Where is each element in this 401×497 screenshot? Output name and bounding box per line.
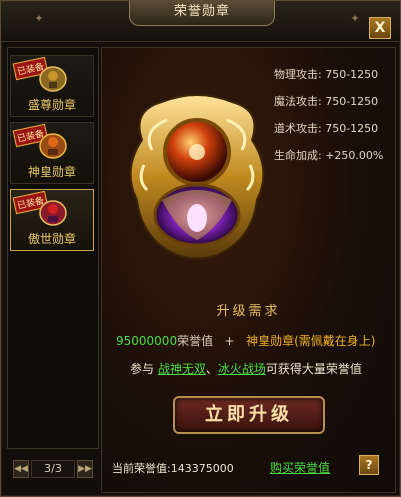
- required-medal: 神皇勋章(需佩戴在身上): [246, 334, 376, 348]
- pagination: ◀◀ 3/3 ▶▶: [13, 460, 93, 478]
- activity-hint: 参与 战神无双、冰火战场可获得大量荣誉值: [130, 360, 390, 377]
- hint-separator: 、: [205, 362, 218, 376]
- medal-name: 盛尊勋章: [27, 98, 76, 112]
- current-honor-label: 当前荣誉值:: [112, 462, 171, 475]
- stat-label: 道术攻击:: [274, 122, 322, 135]
- plus-sign: +: [224, 334, 235, 348]
- current-honor: 当前荣誉值:143375000: [112, 460, 234, 476]
- title-bar[interactable]: ✦ ✦ 荣誉勋章 X: [1, 1, 400, 42]
- activity-link-binghuo[interactable]: 冰火战场: [218, 362, 266, 376]
- medal-item-aoshi[interactable]: 已装备 傲世勋章: [10, 189, 94, 251]
- close-button[interactable]: X: [369, 17, 391, 39]
- corner-ornament-icon: ✦: [34, 12, 44, 25]
- honor-medal-window: ✦ ✦ 荣誉勋章 X 已装备 盛尊勋章 已装备 神皇勋章 已装备 傲世勋章 ◀◀…: [0, 0, 401, 497]
- hint-suffix: 可获得大量荣誉值: [265, 362, 362, 376]
- window-title: 荣誉勋章: [129, 1, 275, 26]
- upgrade-now-button[interactable]: 立即升级: [173, 396, 325, 434]
- hint-prefix: 参与: [130, 362, 155, 376]
- medal-item-shenhuang[interactable]: 已装备 神皇勋章: [10, 122, 94, 184]
- stat-row-physical-attack: 物理攻击: 750-1250: [274, 68, 392, 95]
- next-page-button[interactable]: ▶▶: [77, 460, 93, 478]
- medal-thumbnail-icon: [39, 200, 67, 226]
- requirement-cost: 95000000荣誉值 + 神皇勋章(需佩戴在身上): [116, 332, 395, 349]
- stat-label: 生命加成:: [274, 149, 322, 162]
- stat-value: 750-1250: [325, 95, 379, 108]
- medal-large-icon: [129, 94, 265, 260]
- medal-thumbnail-icon: [39, 133, 67, 159]
- upgrade-requirements-title: 升级需求: [216, 304, 281, 319]
- stat-row-hp-bonus: 生命加成: +250.00%: [274, 149, 392, 176]
- medal-detail-panel: 物理攻击: 750-1250 魔法攻击: 750-1250 道术攻击: 750-…: [101, 47, 396, 493]
- honor-amount: 95000000: [116, 334, 178, 348]
- medal-thumbnail-icon: [39, 66, 67, 92]
- medal-item-shengzun[interactable]: 已装备 盛尊勋章: [10, 55, 94, 117]
- medal-name: 神皇勋章: [27, 165, 76, 179]
- stat-row-magic-attack: 魔法攻击: 750-1250: [274, 95, 392, 122]
- medal-stats: 物理攻击: 750-1250 魔法攻击: 750-1250 道术攻击: 750-…: [274, 68, 392, 176]
- help-button[interactable]: ?: [359, 455, 379, 475]
- stat-value: 750-1250: [325, 122, 379, 135]
- honor-unit: 荣誉值: [177, 334, 214, 348]
- buy-honor-link[interactable]: 购买荣誉值: [270, 459, 330, 476]
- activity-link-zhanshen[interactable]: 战神无双: [158, 362, 206, 376]
- prev-page-button[interactable]: ◀◀: [13, 460, 29, 478]
- stat-label: 魔法攻击:: [274, 95, 322, 108]
- corner-ornament-icon: ✦: [350, 12, 360, 25]
- stat-value: 750-1250: [325, 68, 379, 81]
- stat-row-taoist-attack: 道术攻击: 750-1250: [274, 122, 392, 149]
- page-indicator: 3/3: [31, 460, 75, 478]
- stat-value: +250.00%: [325, 149, 384, 162]
- current-honor-value: 143375000: [170, 462, 234, 475]
- stat-label: 物理攻击:: [274, 68, 322, 81]
- medal-name: 傲世勋章: [27, 232, 76, 246]
